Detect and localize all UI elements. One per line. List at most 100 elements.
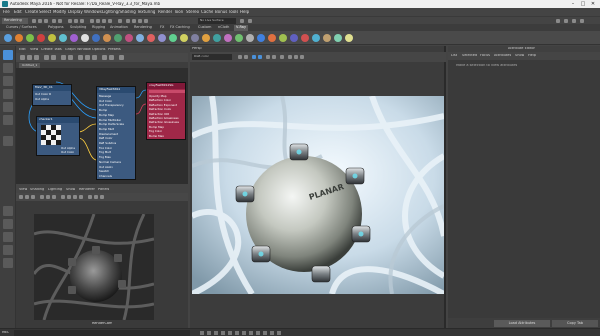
menu-toon[interactable]: Toon: [174, 10, 183, 14]
clear-graph-icon[interactable]: [44, 55, 49, 60]
vray-denoiser-icon[interactable]: [224, 34, 232, 42]
vray-sun-icon[interactable]: [92, 34, 100, 42]
menu-modify[interactable]: Modify: [53, 10, 66, 14]
select-object-icon[interactable]: [74, 19, 78, 23]
outliner-icon[interactable]: [207, 331, 211, 335]
grid-toggle-icon[interactable]: [102, 55, 107, 60]
menu-texturing[interactable]: Texturing: [137, 10, 155, 14]
hypershade-icon[interactable]: [144, 19, 148, 23]
menu-windows[interactable]: Windows: [84, 10, 102, 14]
connected-mode-icon[interactable]: [85, 55, 90, 60]
film-gate-icon[interactable]: [46, 195, 50, 199]
move-tool-icon[interactable]: [3, 89, 13, 99]
ne-menu-presets[interactable]: Presets: [108, 48, 121, 52]
vray-blend-icon[interactable]: [279, 34, 287, 42]
menu-cache[interactable]: Cache: [201, 10, 213, 14]
new-scene-icon[interactable]: [32, 19, 36, 23]
ipr-icon[interactable]: [244, 55, 248, 59]
graph-editor-icon[interactable]: [228, 331, 232, 335]
menu-create[interactable]: Create: [25, 10, 38, 14]
layout-stack-icon[interactable]: [3, 245, 13, 255]
light-editor-icon[interactable]: [263, 331, 267, 335]
minimize-button[interactable]: –: [568, 1, 578, 7]
save-scene-icon[interactable]: [44, 19, 48, 23]
bookmark-icon[interactable]: [31, 195, 35, 199]
render-current-frame-icon[interactable]: [126, 19, 130, 23]
vray-light-sphere-icon[interactable]: [59, 34, 67, 42]
vray-sss-icon[interactable]: [312, 34, 320, 42]
modeling-toolkit-icon[interactable]: [556, 19, 560, 23]
vray-mtl-icon[interactable]: [37, 34, 45, 42]
vray-edges-icon[interactable]: [334, 34, 342, 42]
snap-grid-toggle-icon[interactable]: [109, 55, 114, 60]
command-line-input[interactable]: [14, 330, 190, 336]
rp-menu-view[interactable]: View: [19, 188, 27, 192]
wireframe-icon[interactable]: [61, 195, 65, 199]
vray-light-rect-icon[interactable]: [48, 34, 56, 42]
render-settings-icon[interactable]: [138, 19, 142, 23]
select-hierarchy-icon[interactable]: [68, 19, 72, 23]
node-uv[interactable]: fileV_3D_C1 Out Color R Out Alpha: [32, 84, 72, 106]
ne-menu-options[interactable]: Options: [92, 48, 106, 52]
vray-framebuffer-icon[interactable]: [26, 34, 34, 42]
vray-displacement-icon[interactable]: [169, 34, 177, 42]
rp-menu-show[interactable]: Show: [66, 188, 75, 192]
vray-car-paint-icon[interactable]: [290, 34, 298, 42]
keep-image-icon[interactable]: [266, 55, 270, 59]
snapshot-icon[interactable]: [280, 55, 284, 59]
remove-node-icon[interactable]: [51, 55, 56, 60]
ae-menu-selected[interactable]: Selected: [462, 54, 477, 58]
resolution-gate-icon[interactable]: [52, 195, 56, 199]
display-mode-dropdown[interactable]: RGB color: [192, 54, 232, 60]
menu-lighting[interactable]: Lighting/Shading: [102, 10, 136, 14]
smooth-shade-icon[interactable]: [67, 195, 71, 199]
vray-tex-icon[interactable]: [246, 34, 254, 42]
snap-curve-icon[interactable]: [96, 19, 100, 23]
vray-plane-icon[interactable]: [158, 34, 166, 42]
outliner-layout-icon[interactable]: [3, 258, 13, 268]
command-language-label[interactable]: MEL: [2, 331, 9, 335]
tool-settings-icon[interactable]: [572, 19, 576, 23]
layout-four-icon[interactable]: [3, 219, 13, 229]
camera-attributes-icon[interactable]: [25, 195, 29, 199]
ne-menu-edit[interactable]: Edit: [19, 48, 26, 52]
isolate-icon[interactable]: [94, 195, 98, 199]
close-button[interactable]: ✕: [588, 1, 598, 7]
xray-icon[interactable]: [100, 195, 104, 199]
frame-all-icon[interactable]: [61, 55, 66, 60]
copy-tab-button[interactable]: Copy Tab: [552, 320, 598, 327]
full-mode-icon[interactable]: [92, 55, 97, 60]
vray-fur-icon[interactable]: [125, 34, 133, 42]
last-tool-icon[interactable]: [3, 136, 13, 146]
rp-menu-panels[interactable]: Panels: [98, 188, 109, 192]
region-render-icon[interactable]: [288, 55, 292, 59]
grid-icon[interactable]: [40, 195, 44, 199]
vray-volume-icon[interactable]: [147, 34, 155, 42]
ne-menu-window[interactable]: Window: [77, 48, 91, 52]
camera-select-icon[interactable]: [19, 195, 23, 199]
textured-icon[interactable]: [73, 195, 77, 199]
rotate-tool-icon[interactable]: [3, 102, 13, 112]
vray-light-dome-icon[interactable]: [70, 34, 78, 42]
scale-tool-icon[interactable]: [3, 115, 13, 125]
menu-help[interactable]: Help: [240, 10, 249, 14]
menu-render[interactable]: Render: [158, 10, 172, 14]
layout-side-icon[interactable]: [3, 232, 13, 242]
menu-bonus-tools[interactable]: Bonus Tools: [215, 10, 238, 14]
ae-menu-help[interactable]: Help: [528, 54, 536, 58]
ne-menu-tabs[interactable]: Tabs: [54, 48, 62, 52]
node-shading-group[interactable]: vrayFastSSS1SG Opacity Map Reflection Col…: [146, 82, 186, 140]
vray-proxy-icon[interactable]: [114, 34, 122, 42]
render-setup-icon[interactable]: [256, 331, 260, 335]
vray-bump-icon[interactable]: [323, 34, 331, 42]
graph-input-output-icon[interactable]: [20, 55, 25, 60]
frame-selected-icon[interactable]: [68, 55, 73, 60]
ne-menu-create[interactable]: Create: [41, 48, 53, 52]
vray-lightmix-icon[interactable]: [213, 34, 221, 42]
vray-hair-icon[interactable]: [301, 34, 309, 42]
attribute-spreadsheet-icon[interactable]: [249, 331, 253, 335]
zoom-icon[interactable]: [294, 55, 298, 59]
rp-menu-shading[interactable]: Shading: [30, 188, 44, 192]
alpha-channel-icon[interactable]: [258, 55, 262, 59]
shadows-icon[interactable]: [88, 195, 92, 199]
